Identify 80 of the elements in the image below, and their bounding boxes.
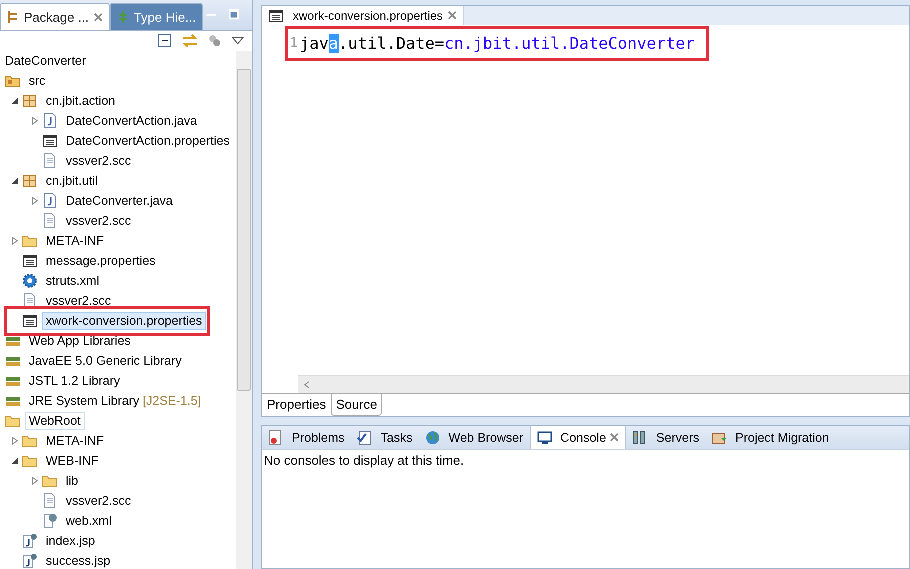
horizontal-scrollbar[interactable] — [298, 375, 909, 393]
link-arrows-icon[interactable] — [182, 34, 198, 48]
editor-mode-tab[interactable]: Source — [331, 394, 382, 416]
xml-file-icon — [42, 513, 58, 529]
tree-item[interactable]: WEB-INF — [42, 452, 103, 470]
collapse-all-icon[interactable] — [158, 34, 172, 48]
package-icon — [7, 10, 19, 24]
tree-item[interactable]: vssver2.scc — [42, 292, 116, 310]
scroll-left-icon[interactable] — [304, 380, 310, 388]
editor-mode-tab[interactable]: Properties — [262, 394, 332, 416]
tree-item[interactable]: DateConverter.java — [62, 192, 178, 210]
tree-item[interactable]: xwork-conversion.properties — [42, 312, 206, 330]
expanded-arrow-icon[interactable] — [11, 97, 19, 105]
close-icon[interactable] — [94, 12, 104, 22]
package-icon — [22, 93, 38, 109]
tree-item[interactable]: JRE System Library [J2SE-1.5] — [25, 392, 206, 410]
collapsed-arrow-icon[interactable] — [11, 237, 19, 245]
tree-item[interactable]: cn.jbit.action — [42, 92, 120, 110]
tree-item[interactable]: struts.xml — [42, 272, 104, 290]
globe-icon — [424, 430, 441, 446]
expanded-arrow-icon[interactable] — [11, 177, 19, 185]
properties-file-icon — [268, 8, 284, 24]
console-icon — [536, 430, 553, 446]
collapsed-arrow-icon[interactable] — [31, 477, 39, 485]
tree-item[interactable]: JavaEE 5.0 Generic Library — [25, 352, 186, 370]
tree-item[interactable]: Web App Libraries — [25, 332, 135, 350]
jsp-file-icon — [22, 533, 38, 549]
close-icon[interactable] — [448, 11, 458, 20]
package-icon — [22, 173, 38, 189]
tree-item[interactable]: message.properties — [42, 252, 160, 270]
tasks-icon — [356, 430, 373, 446]
java-file-icon — [42, 193, 58, 209]
properties-file-icon — [22, 253, 38, 269]
tree-item[interactable]: lib — [62, 472, 83, 490]
tree-item[interactable]: index.jsp — [42, 532, 100, 550]
editor-tab[interactable]: xwork-conversion.properties — [262, 6, 464, 25]
console-message: No consoles to display at this time. — [263, 452, 466, 470]
tree-item[interactable]: vssver2.scc — [62, 152, 136, 170]
tree-item[interactable]: success.jsp — [42, 552, 115, 569]
scrollbar[interactable] — [236, 51, 252, 569]
collapsed-arrow-icon[interactable] — [11, 437, 19, 445]
tree-item-decoration: [J2SE-1.5] — [142, 394, 202, 408]
expanded-arrow-icon[interactable] — [11, 457, 19, 465]
properties-file-icon — [22, 313, 38, 329]
tree-item[interactable]: src — [25, 72, 50, 90]
view-tab[interactable]: Type Hie... — [110, 3, 204, 30]
filter-icon[interactable] — [208, 34, 222, 48]
tree-item[interactable]: DateConvertAction.java — [62, 112, 202, 130]
tree-item[interactable]: WebRoot — [25, 412, 85, 430]
tree-item[interactable]: JSTL 1.2 Library — [25, 372, 124, 390]
project-name: DateConverter — [5, 54, 86, 68]
view-tab[interactable]: Web Browser — [418, 426, 530, 449]
line-number: 1 — [290, 36, 299, 51]
view-tab[interactable]: Tasks — [350, 426, 419, 449]
tree-item[interactable]: web.xml — [62, 512, 116, 530]
view-tab[interactable]: Problems — [262, 426, 351, 449]
problems-icon — [268, 430, 284, 446]
servers-icon — [632, 430, 648, 446]
hierarchy-icon — [117, 10, 130, 24]
tree-item[interactable]: META-INF — [42, 432, 108, 450]
close-icon[interactable] — [610, 433, 620, 442]
view-tab[interactable]: Package ... — [0, 3, 110, 30]
java-file-icon — [42, 113, 58, 129]
file-icon — [42, 493, 58, 509]
tree-item[interactable]: vssver2.scc — [62, 492, 136, 510]
collapsed-arrow-icon[interactable] — [31, 117, 39, 125]
file-icon — [42, 213, 58, 229]
properties-file-icon — [42, 133, 58, 149]
code-line: java.util.Date=cn.jbit.util.DateConverter — [300, 34, 695, 53]
view-tab[interactable]: Servers — [626, 426, 706, 449]
tree-item[interactable]: vssver2.scc — [62, 212, 136, 230]
tree-item[interactable]: cn.jbit.util — [42, 172, 102, 190]
view-tab[interactable]: Console — [530, 426, 626, 449]
view-menu-icon[interactable] — [232, 37, 244, 45]
tree-item[interactable]: DateConvertAction.properties — [62, 132, 234, 150]
file-icon — [42, 153, 58, 169]
gear-icon — [22, 273, 38, 289]
view-tab[interactable]: Project Migration — [706, 426, 836, 449]
collapsed-arrow-icon[interactable] — [31, 197, 39, 205]
tree-item[interactable]: META-INF — [42, 232, 108, 250]
